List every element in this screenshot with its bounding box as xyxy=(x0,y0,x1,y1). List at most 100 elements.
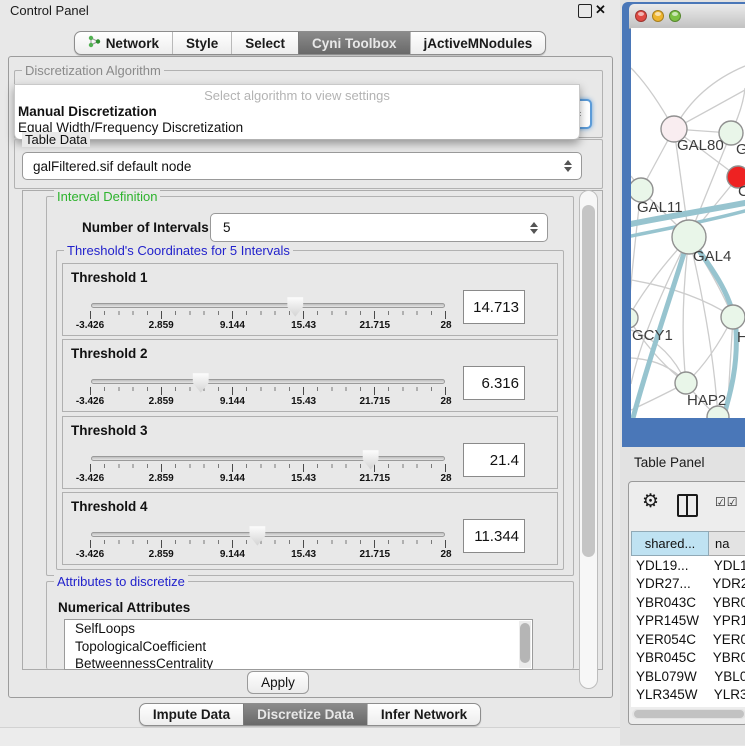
network-window-titlebar[interactable] xyxy=(629,4,745,29)
column-header-shared-name[interactable]: shared... xyxy=(631,531,709,556)
slider-ticks xyxy=(90,311,446,319)
cell-shared-name[interactable]: YLR345W xyxy=(631,687,708,702)
select-columns-icon[interactable]: ☑☑ xyxy=(715,495,739,509)
tab-select[interactable]: Select xyxy=(231,32,298,54)
network-canvas[interactable]: GAL80GCGAL11GAL4GCY1HHAP2 xyxy=(631,28,745,418)
tick-label: 2.859 xyxy=(149,549,174,560)
number-of-intervals-combobox[interactable]: 5 xyxy=(210,213,548,242)
tab-jactivemnodules[interactable]: jActiveMNodules xyxy=(410,32,546,54)
tab-infer-network[interactable]: Infer Network xyxy=(367,704,480,725)
numerical-attributes-label: Numerical Attributes xyxy=(58,600,190,615)
tick-label: 2.859 xyxy=(149,473,174,484)
cell-shared-name[interactable]: YBR045C xyxy=(631,650,707,665)
table-row[interactable]: YIL052CYIL0 xyxy=(631,704,745,707)
table-horizontal-scrollbar[interactable] xyxy=(632,709,745,719)
tick-label: 15.43 xyxy=(291,320,316,331)
top-tab-control: NetworkStyleSelectCyni ToolboxjActiveMNo… xyxy=(74,31,547,55)
numerical-attributes-list[interactable]: SelfLoopsTopologicalCoefficientBetweenne… xyxy=(64,619,533,670)
threshold-3-slider-track[interactable] xyxy=(91,456,445,461)
cell-shared-name[interactable]: YDR27... xyxy=(631,576,706,591)
network-node[interactable] xyxy=(721,305,745,329)
cell-name[interactable]: YPR1 xyxy=(707,613,745,628)
attribute-item[interactable]: TopologicalCoefficient xyxy=(65,638,532,656)
cell-shared-name[interactable]: YPR145W xyxy=(631,613,707,628)
cell-name[interactable]: YBL0 xyxy=(708,669,745,684)
table-data-combobox[interactable]: galFiltered.sif default node xyxy=(22,152,582,180)
minimize-light-icon[interactable] xyxy=(652,10,664,22)
attribute-item[interactable]: BetweennessCentrality xyxy=(65,655,532,670)
bottom-strip xyxy=(0,727,620,746)
table-panel-title: Table Panel xyxy=(634,455,705,470)
network-node-label: G xyxy=(736,141,745,158)
table-row[interactable]: YPR145WYPR1 xyxy=(631,612,745,631)
option-manual-discretization[interactable]: Manual Discretization xyxy=(18,104,576,120)
number-of-intervals-label: Number of Intervals xyxy=(82,220,209,235)
network-node[interactable] xyxy=(631,308,638,328)
float-panel-icon[interactable] xyxy=(578,4,592,18)
table-row[interactable]: YBL079WYBL0 xyxy=(631,667,745,686)
tab-cyni-toolbox[interactable]: Cyni Toolbox xyxy=(298,32,410,54)
close-panel-icon[interactable]: ✕ xyxy=(595,2,606,18)
cell-name[interactable]: YLR3 xyxy=(708,687,745,702)
cell-shared-name[interactable]: YER054C xyxy=(631,632,707,647)
threshold-3-box: Threshold 3 -3.4262.8599.14415.4321.7152… xyxy=(62,416,558,489)
vertical-scrollbar-thumb[interactable] xyxy=(582,205,595,557)
attributes-list-scrollbar[interactable] xyxy=(519,621,531,668)
attributes-scrollbar-thumb[interactable] xyxy=(520,623,530,663)
tab-style[interactable]: Style xyxy=(172,32,231,54)
tick-label: 15.43 xyxy=(291,396,316,407)
tab-network[interactable]: Network xyxy=(75,32,172,54)
cell-name[interactable]: YDR2 xyxy=(706,576,745,591)
close-light-icon[interactable] xyxy=(635,10,647,22)
cell-name[interactable]: YIL0 xyxy=(709,706,743,707)
threshold-2-value-field[interactable]: 6.316 xyxy=(463,366,525,400)
cell-shared-name[interactable]: YBR043C xyxy=(631,595,707,610)
network-edge xyxy=(674,66,745,129)
cell-shared-name[interactable]: YBL079W xyxy=(631,669,708,684)
node-table: YDL19...YDL1YDR27...YDR2YBR043CYBR0YPR14… xyxy=(631,556,745,707)
apply-button[interactable]: Apply xyxy=(247,671,309,694)
network-node[interactable] xyxy=(675,372,697,394)
threshold-1-value-field[interactable]: 14.713 xyxy=(463,290,525,324)
threshold-3-label: Threshold 3 xyxy=(71,423,148,438)
table-row[interactable]: YLR345WYLR3 xyxy=(631,686,745,705)
bottom-tab-control: Impute DataDiscretize DataInfer Network xyxy=(139,703,481,726)
cell-name[interactable]: YER0 xyxy=(707,632,745,647)
zoom-light-icon[interactable] xyxy=(669,10,681,22)
cell-name[interactable]: YBR0 xyxy=(707,650,745,665)
table-row[interactable]: YER054CYER0 xyxy=(631,630,745,649)
panel-title: Control Panel xyxy=(10,3,89,18)
tab-impute-data[interactable]: Impute Data xyxy=(140,704,243,725)
intervals-combo-value: 5 xyxy=(223,214,231,241)
slider-ticks xyxy=(90,540,446,548)
threshold-4-value-field[interactable]: 11.344 xyxy=(463,519,525,553)
gear-icon[interactable]: ⚙ xyxy=(642,490,659,513)
network-node-label: GCY1 xyxy=(632,327,673,344)
cell-name[interactable]: YBR0 xyxy=(707,595,745,610)
threshold-4-slider-track[interactable] xyxy=(91,532,445,537)
table-hscrollbar-thumb[interactable] xyxy=(634,710,744,718)
vertical-scrollbar[interactable] xyxy=(579,190,598,689)
cell-shared-name[interactable]: YDL19... xyxy=(631,558,708,573)
network-icon xyxy=(88,35,101,51)
slider-tick-labels: -3.4262.8599.14415.4321.71528 xyxy=(90,396,446,408)
cell-shared-name[interactable]: YIL052C xyxy=(631,706,709,707)
split-columns-icon[interactable] xyxy=(677,494,698,517)
control-panel-titlebar: Control Panel ✕ xyxy=(0,0,620,24)
tick-label: 15.43 xyxy=(291,473,316,484)
table-row[interactable]: YDR27...YDR2 xyxy=(631,575,745,594)
table-row[interactable]: YDL19...YDL1 xyxy=(631,556,745,575)
threshold-1-slider-track[interactable] xyxy=(91,303,445,308)
tick-label: -3.426 xyxy=(76,473,104,484)
attribute-item[interactable]: SelfLoops xyxy=(65,620,532,638)
tick-label: 21.715 xyxy=(360,396,391,407)
threshold-2-slider-track[interactable] xyxy=(91,379,445,384)
network-graph: GAL80GCGAL11GAL4GCY1HHAP2 xyxy=(631,28,745,418)
table-row[interactable]: YBR045CYBR0 xyxy=(631,649,745,668)
table-row[interactable]: YBR043CYBR0 xyxy=(631,593,745,612)
column-header-name[interactable]: na xyxy=(709,531,745,556)
cell-name[interactable]: YDL1 xyxy=(708,558,745,573)
tab-discretize-data[interactable]: Discretize Data xyxy=(243,704,367,725)
option-equal-width-frequency[interactable]: Equal Width/Frequency Discretization xyxy=(18,120,576,136)
threshold-3-value-field[interactable]: 21.4 xyxy=(463,443,525,477)
